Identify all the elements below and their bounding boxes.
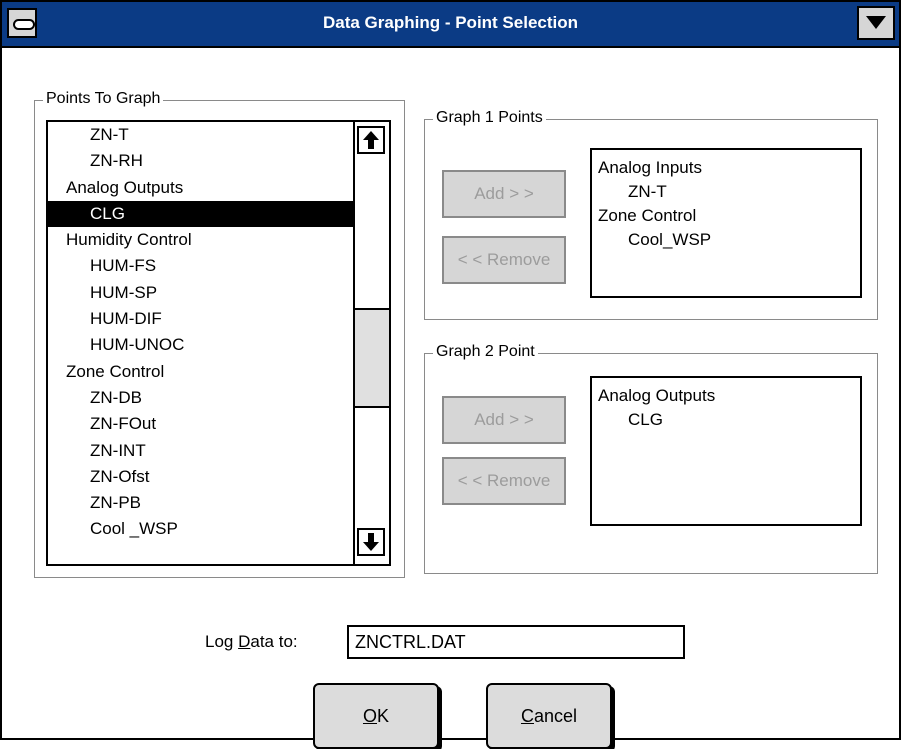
points-list-item[interactable]: CLG [48, 200, 356, 228]
graph2-list-item[interactable]: Analog Outputs [598, 384, 860, 408]
ok-rest: K [377, 706, 390, 726]
points-list-item[interactable]: ZN-DB [48, 385, 356, 411]
graph1-list-item[interactable]: Zone Control [598, 204, 860, 228]
log-label-suffix: ata to: [250, 632, 298, 651]
log-label-prefix: Log [205, 632, 239, 651]
graph1-remove-button[interactable]: < < Remove [442, 236, 566, 284]
points-list-item[interactable]: ZN-Ofst [48, 464, 356, 490]
points-list-item[interactable]: ZN-T [48, 122, 356, 148]
scroll-up-button[interactable] [357, 126, 385, 154]
graph1-list-item[interactable]: Analog Inputs [598, 156, 860, 180]
cancel-button[interactable]: Cancel [486, 683, 612, 749]
points-to-graph-listbox[interactable]: ZN-T ZN-RH Analog Outputs CLG Humidity Contr… [46, 120, 391, 566]
graph2-list-item[interactable]: CLG [598, 408, 860, 432]
points-list-item[interactable]: Zone Control [48, 359, 356, 385]
arrow-down-icon [363, 533, 379, 551]
graph2-label: Graph 2 Point [433, 343, 538, 361]
graph2-add-button[interactable]: Add > > [442, 396, 566, 444]
log-data-label: Log Data to: [205, 632, 298, 652]
triangle-down-icon [866, 16, 886, 29]
arrow-up-icon [363, 131, 379, 149]
vertical-scrollbar[interactable] [353, 122, 389, 564]
graph1-label: Graph 1 Points [433, 109, 546, 127]
graph1-points-list[interactable]: Analog Inputs ZN-T Zone Control Cool_WSP [590, 148, 862, 298]
ok-button[interactable]: OK [313, 683, 439, 749]
cancel-mnemonic: C [520, 706, 534, 726]
points-to-graph-label: Points To Graph [43, 90, 164, 108]
points-list-item[interactable]: ZN-RH [48, 148, 356, 174]
ok-mnemonic: O [362, 706, 377, 726]
points-list-item[interactable]: ZN-PB [48, 490, 356, 516]
points-list-item[interactable]: HUM-DIF [48, 306, 356, 332]
points-list-item[interactable]: ZN-FOut [48, 411, 356, 437]
points-list: ZN-T ZN-RH Analog Outputs CLG Humidity Contr… [48, 122, 356, 543]
log-data-input[interactable]: ZNCTRL.DAT [347, 625, 685, 659]
graph2-remove-button[interactable]: < < Remove [442, 457, 566, 505]
log-label-mnemonic: D [238, 632, 251, 651]
cancel-rest: ancel [533, 706, 578, 726]
scroll-down-button[interactable] [357, 528, 385, 556]
scroll-thumb[interactable] [355, 308, 389, 408]
points-list-item[interactable]: ZN-INT [48, 438, 356, 464]
graph1-list-item[interactable]: ZN-T [598, 180, 860, 204]
points-list-item[interactable]: Humidity Control [48, 227, 356, 253]
dropdown-button[interactable] [857, 6, 895, 40]
window-title: Data Graphing - Point Selection [322, 13, 579, 32]
graph1-add-button[interactable]: Add > > [442, 170, 566, 218]
points-list-item[interactable]: Analog Outputs [48, 175, 356, 201]
graph1-list-item[interactable]: Cool_WSP [598, 228, 860, 252]
title-bar: Data Graphing - Point Selection [2, 2, 899, 48]
points-list-item[interactable]: Cool _WSP [48, 516, 356, 542]
points-list-item[interactable]: HUM-FS [48, 253, 356, 279]
points-list-item[interactable]: HUM-UNOC [48, 332, 356, 358]
points-list-item[interactable]: HUM-SP [48, 280, 356, 306]
graph2-points-list[interactable]: Analog Outputs CLG [590, 376, 862, 526]
